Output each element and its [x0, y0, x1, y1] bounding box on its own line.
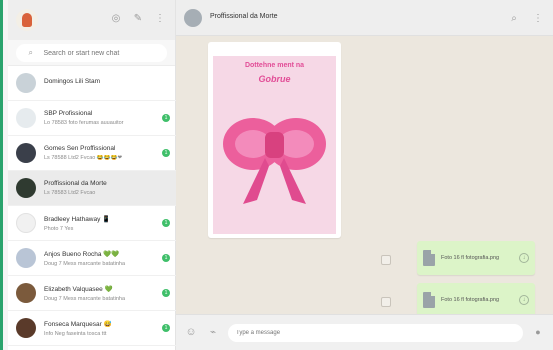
- chat-avatar: [16, 248, 36, 268]
- document-name: Foto 16 fl fotografia.png: [441, 297, 500, 303]
- chat-snippet: Ls 78588 Ltd2 Fvcao 😂😂😂❤: [44, 155, 123, 161]
- menu-icon[interactable]: ⋮: [531, 12, 545, 26]
- chat-name: Elizabeth Valquasee 💚: [44, 285, 113, 293]
- chat-name: Gomes Sen Proffissional: [44, 145, 116, 152]
- message-composer: ☺ ⌁ ●: [176, 314, 553, 350]
- chat-meta: 1: [156, 254, 170, 262]
- document-name: Foto 16 fl fotografia.png: [441, 255, 500, 261]
- chat-meta: 1: [156, 324, 170, 332]
- chat-meta: 1: [156, 289, 170, 297]
- chat-body: SBP Profissional Lo 78583 foto ferumas a…: [44, 110, 156, 126]
- chat-avatar: [16, 178, 36, 198]
- outgoing-document-message[interactable]: Foto 16 fl fotografia.png ↓: [417, 241, 535, 275]
- image-file-label: [211, 45, 338, 55]
- chat-item[interactable]: SBP Profissional Lo 78583 foto ferumas a…: [8, 101, 176, 136]
- status-icon[interactable]: ◎: [109, 12, 123, 26]
- new-chat-icon[interactable]: ✎: [131, 12, 145, 26]
- accent-bar: [0, 0, 3, 350]
- chat-avatar: [16, 143, 36, 163]
- chat-snippet: Doug 7 Mess marcante batatinha: [44, 295, 126, 302]
- contact-avatar[interactable]: [184, 8, 202, 27]
- chat-item[interactable]: Fonseca Marquesar 😅 Info Neg faseinta to…: [8, 311, 176, 346]
- outgoing-document-message[interactable]: Foto 16 fl fotografia.png ↓: [417, 283, 535, 317]
- unread-badge: 1: [162, 149, 170, 157]
- document-icon: [423, 292, 435, 308]
- contact-name: Proffissional da Morte: [210, 13, 278, 20]
- chat-name: Bradleey Hathaway 📱: [44, 215, 111, 223]
- chat-snippet: Lo 78583 foto ferumas auuauitor: [44, 120, 124, 126]
- unread-badge: 1: [162, 254, 170, 262]
- forward-checkbox[interactable]: [381, 297, 391, 307]
- sidebar-header: ◎ ✎ ⋮: [8, 0, 175, 40]
- search-icon: ⌕: [28, 48, 33, 57]
- chat-body: Proffissional da Morte Ls 78583 Ltd2 Fvc…: [44, 180, 170, 196]
- forward-checkbox[interactable]: [381, 255, 391, 265]
- chat-item[interactable]: Gomes Sen Proffissional Ls 78588 Ltd2 Fv…: [8, 136, 176, 171]
- shared-image[interactable]: Dottehne ment na Gobrue: [213, 56, 336, 234]
- menu-icon[interactable]: ⋮: [153, 12, 167, 26]
- chat-body: Gomes Sen Proffissional Ls 78588 Ltd2 Fv…: [44, 145, 156, 161]
- chat-avatar: [16, 318, 36, 338]
- message-area[interactable]: Dottehne ment na Gobrue Foto 16 fl fotog…: [176, 36, 553, 317]
- image-title-line2: Gobrue: [258, 74, 291, 84]
- chat-item[interactable]: Domingos Lili Stam: [8, 66, 176, 101]
- chat-avatar: [16, 108, 36, 128]
- chat-meta: 1: [156, 149, 170, 157]
- search-input[interactable]: [43, 49, 159, 57]
- microphone-icon[interactable]: ●: [531, 326, 545, 340]
- chat-body: Domingos Lili Stam: [44, 78, 170, 88]
- chat-body: Elizabeth Valquasee 💚 Doug 7 Mess marcan…: [44, 285, 156, 302]
- unread-badge: 1: [162, 219, 170, 227]
- conversation-header[interactable]: Proffissional da Morte ⌕ ⋮: [176, 0, 553, 36]
- download-icon[interactable]: ↓: [519, 295, 529, 305]
- document-icon: [423, 250, 435, 266]
- image-title-line1: Dottehne ment na: [244, 62, 305, 69]
- chat-name: Fonseca Marquesar 😅: [44, 320, 112, 328]
- chat-avatar: [16, 283, 36, 303]
- chat-item-active[interactable]: Proffissional da Morte Ls 78583 Ltd2 Fvc…: [8, 171, 176, 206]
- pink-bow-illustration: [223, 118, 326, 204]
- chat-name: SBP Profissional: [44, 110, 93, 117]
- contact-info: Proffissional da Morte: [210, 13, 278, 22]
- chat-avatar: [16, 73, 36, 93]
- profile-avatar[interactable]: [16, 9, 38, 31]
- chat-snippet: Ls 78583 Ltd2 Fvcao: [44, 190, 96, 196]
- search-icon[interactable]: ⌕: [507, 12, 521, 26]
- chat-body: Fonseca Marquesar 😅 Info Neg faseinta to…: [44, 320, 156, 337]
- unread-badge: 1: [162, 324, 170, 332]
- unread-badge: 1: [162, 114, 170, 122]
- sidebar: ◎ ✎ ⋮ ⌕ Domingos Lili Stam S: [8, 0, 176, 350]
- chat-meta: 1: [156, 219, 170, 227]
- search-box[interactable]: ⌕: [16, 44, 167, 62]
- chat-snippet: Doug 7 Mess marcante batatinha: [44, 260, 126, 267]
- chat-body: Anjos Bueno Rocha 💚💚 Doug 7 Mess marcant…: [44, 250, 156, 267]
- incoming-image-message[interactable]: Dottehne ment na Gobrue: [208, 42, 341, 238]
- chat-body: Bradleey Hathaway 📱 Photo 7 Yes: [44, 215, 156, 232]
- chat-list: Domingos Lili Stam SBP Profissional Lo 7…: [8, 66, 176, 346]
- emoji-icon[interactable]: ☺: [184, 326, 198, 340]
- conversation-header-icons: ⌕ ⋮: [507, 12, 545, 26]
- chat-snippet: Photo 7 Yes: [44, 225, 74, 232]
- chat-meta: 1: [156, 114, 170, 122]
- search-area: ⌕: [8, 40, 175, 66]
- unread-badge: 1: [162, 289, 170, 297]
- attach-icon[interactable]: ⌁: [206, 326, 220, 340]
- download-icon[interactable]: ↓: [519, 253, 529, 263]
- conversation-pane: Proffissional da Morte ⌕ ⋮ Dottehne ment…: [176, 0, 553, 350]
- chat-name: Anjos Bueno Rocha 💚💚: [44, 250, 120, 258]
- chat-item[interactable]: Anjos Bueno Rocha 💚💚 Doug 7 Mess marcant…: [8, 241, 176, 276]
- chat-name: Domingos Lili Stam: [44, 78, 100, 85]
- chat-item[interactable]: Elizabeth Valquasee 💚 Doug 7 Mess marcan…: [8, 276, 176, 311]
- sidebar-header-icons: ◎ ✎ ⋮: [109, 12, 167, 26]
- chat-snippet: Info Neg faseinta tosca ttt: [44, 330, 107, 337]
- whatsapp-window: ◎ ✎ ⋮ ⌕ Domingos Lili Stam S: [0, 0, 553, 350]
- chat-avatar: [16, 213, 36, 233]
- message-input[interactable]: [228, 323, 523, 342]
- chat-name: Proffissional da Morte: [44, 180, 107, 187]
- chat-item[interactable]: Bradleey Hathaway 📱 Photo 7 Yes 1: [8, 206, 176, 241]
